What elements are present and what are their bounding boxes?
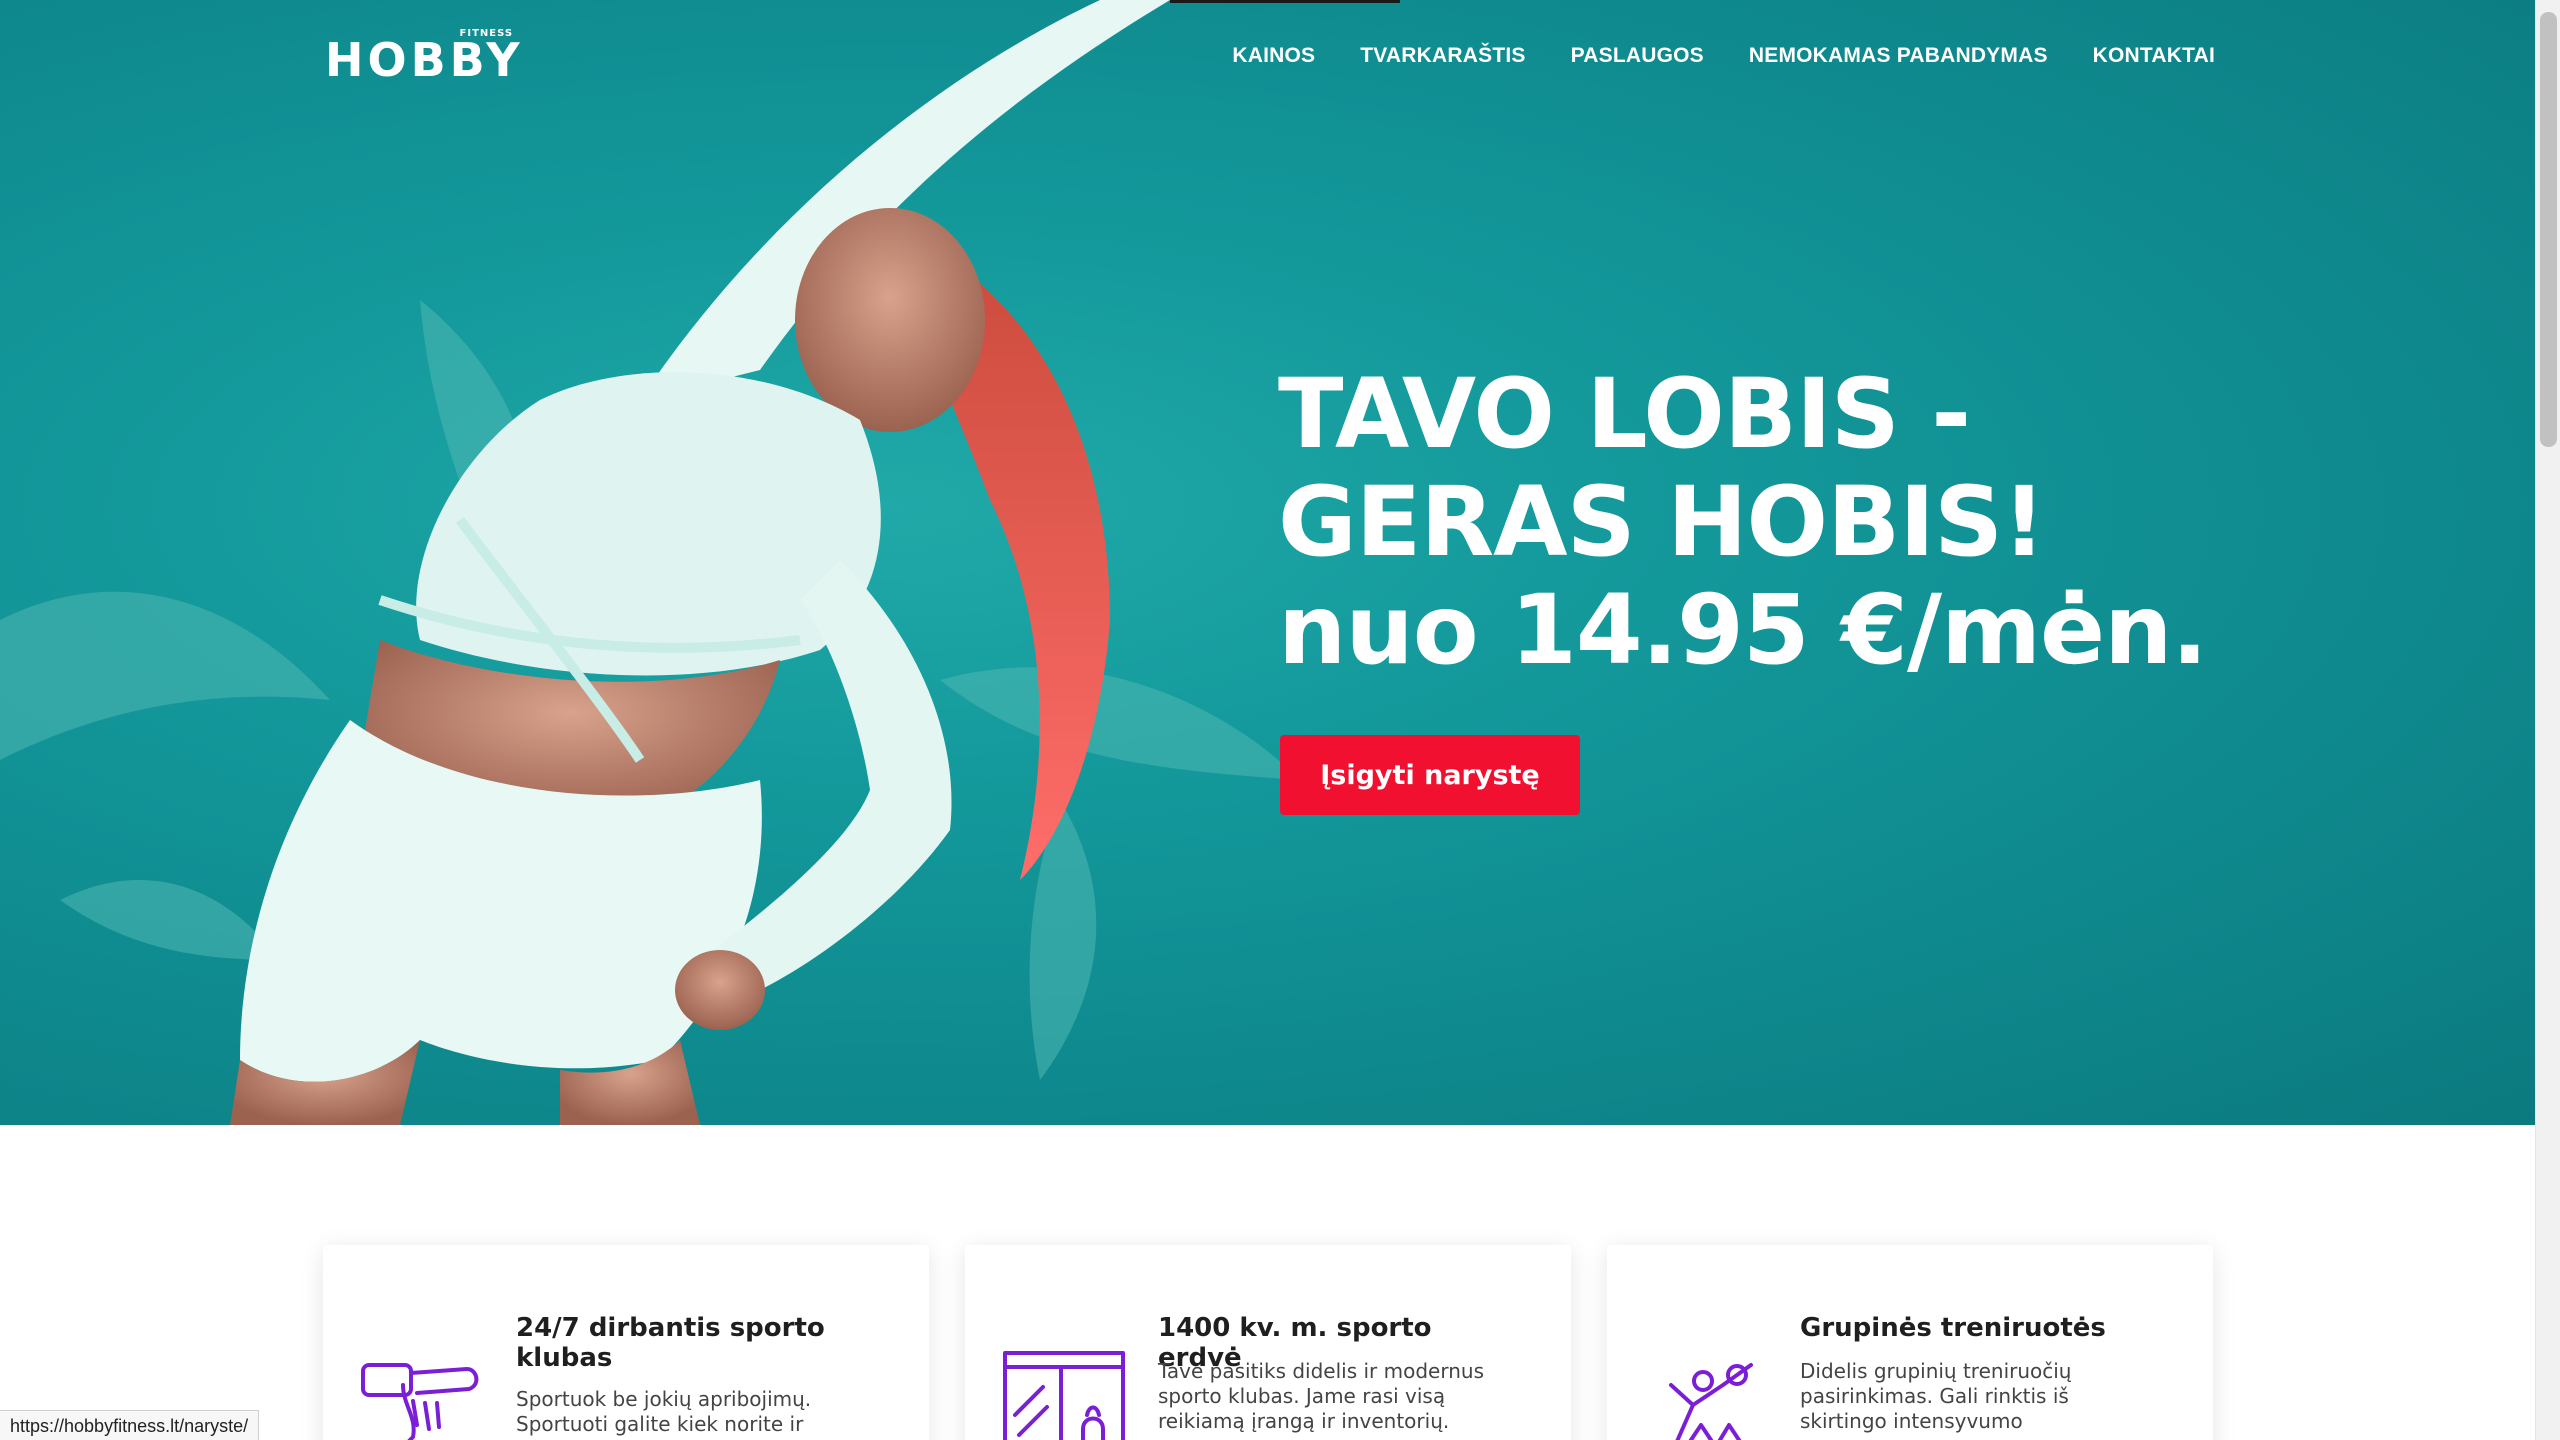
- hero-headline: TAVO LOBIS - GERAS HOBIS! nuo 14.95 €/mė…: [1278, 358, 2208, 686]
- feature-card-title: 24/7 dirbantis sporto klubas: [516, 1313, 825, 1373]
- hero-headline-price: nuo 14.95 €/mėn.: [1278, 574, 2208, 686]
- feature-card: 24/7 dirbantis sporto klubas Sportuok be…: [323, 1245, 929, 1440]
- feature-card: 1400 kv. m. sporto erdvė Tave pasitiks d…: [965, 1245, 1571, 1440]
- buy-membership-button[interactable]: Įsigyti narystę: [1280, 735, 1580, 815]
- main-nav: KAINOS TVARKARAŠTIS PASLAUGOS NEMOKAMAS …: [1232, 44, 2215, 68]
- hero-headline-line-2: GERAS HOBIS!: [1278, 466, 2046, 578]
- features-row: 24/7 dirbantis sporto klubas Sportuok be…: [323, 1245, 2213, 1440]
- feature-card: Grupinės treniruotės Didelis grupinių tr…: [1607, 1245, 2213, 1440]
- page-scrollbar[interactable]: [2535, 0, 2560, 1440]
- feature-card-text: Tave pasitiks didelis ir modernus sporto…: [1158, 1359, 1484, 1433]
- brand-logo[interactable]: HOBBY FITNESS: [325, 28, 520, 90]
- feature-card-title: Grupinės treniruotės: [1800, 1313, 2106, 1343]
- hero-section: HOBBY FITNESS KAINOS TVARKARAŠTIS PASLAU…: [0, 0, 2535, 1125]
- nav-item-tvarkarastis[interactable]: TVARKARAŠTIS: [1360, 44, 1525, 68]
- brand-logo-subtext: FITNESS: [459, 28, 514, 39]
- gym-space-icon: [1003, 1351, 1125, 1440]
- hero-headline-line-1: TAVO LOBIS -: [1278, 358, 1971, 470]
- nav-item-paslaugos[interactable]: PASLAUGOS: [1571, 44, 1704, 68]
- hero-athlete-image: [0, 0, 1400, 1125]
- feature-card-text: Didelis grupinių treniruočių pasirinkima…: [1800, 1359, 2072, 1433]
- watch-hand-icon: [361, 1363, 479, 1440]
- status-bar-url: https://hobbyfitness.lt/naryste/: [0, 1410, 260, 1440]
- nav-item-kainos[interactable]: KAINOS: [1232, 44, 1315, 68]
- brand-logo-text: HOBBY: [325, 33, 524, 87]
- nav-item-kontaktai[interactable]: KONTAKTAI: [2093, 44, 2215, 68]
- group-training-icon: [1669, 1363, 1753, 1440]
- feature-card-text: Sportuok be jokių apribojimų. Sportuoti …: [516, 1387, 812, 1436]
- scrollbar-thumb[interactable]: [2540, 12, 2557, 447]
- nav-item-nemokamas-pabandymas[interactable]: NEMOKAMAS PABANDYMAS: [1749, 44, 2048, 68]
